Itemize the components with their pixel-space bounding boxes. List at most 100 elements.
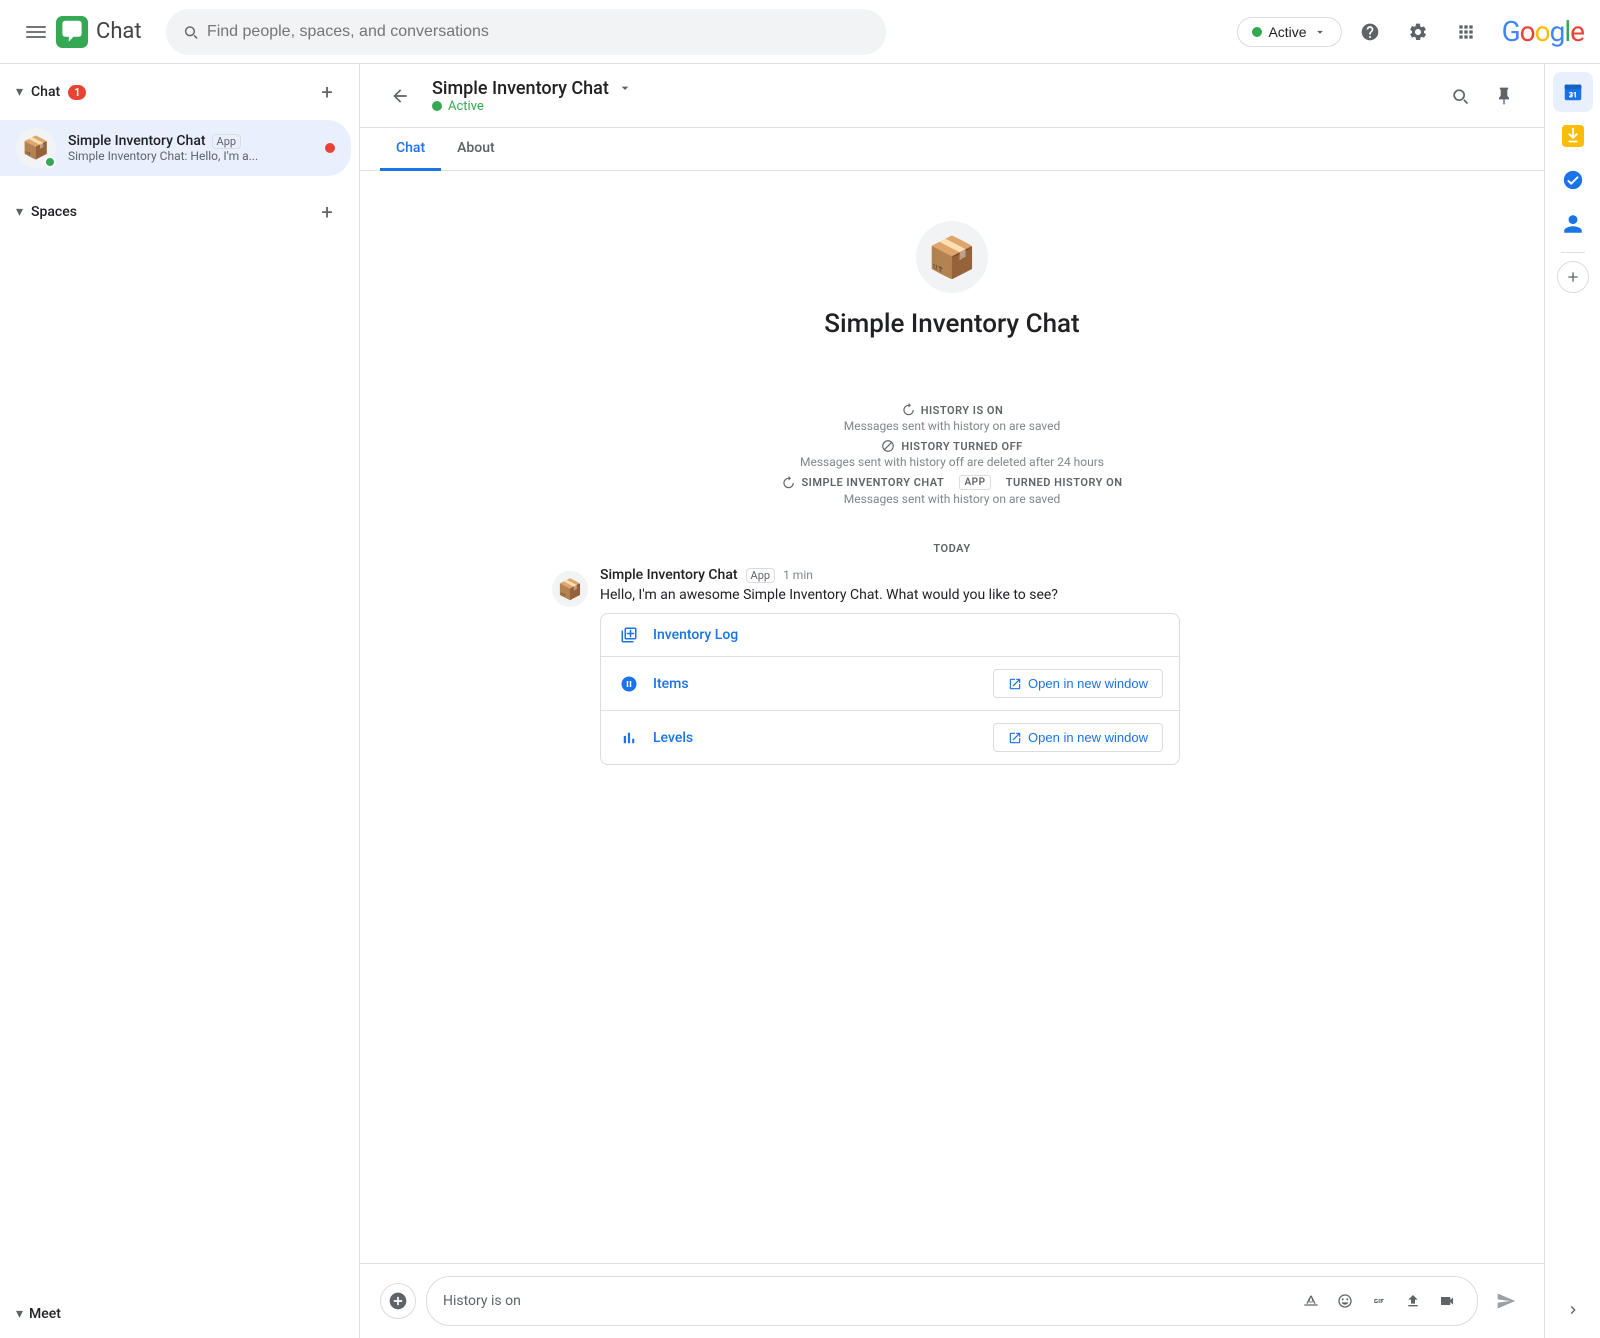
status-button[interactable]: Active xyxy=(1237,17,1341,47)
rail-tasks-button[interactable] xyxy=(1553,116,1593,156)
items-label[interactable]: Items xyxy=(653,676,993,692)
upload-icon xyxy=(1405,1293,1421,1309)
chat-item-name: Simple Inventory Chat App xyxy=(68,133,313,149)
chevron-down-icon xyxy=(1313,25,1327,39)
chat-header-actions xyxy=(1440,76,1524,116)
history-off-notice: HISTORY TURNED OFF Messages sent with hi… xyxy=(800,439,1104,469)
search-bar[interactable] xyxy=(166,9,886,55)
spaces-section-title: ▾ Spaces xyxy=(16,204,77,220)
chat-section-label: Chat xyxy=(31,84,60,100)
levels-open-label: Open in new window xyxy=(1028,730,1148,745)
svg-text:31: 31 xyxy=(1569,91,1576,99)
pin-button[interactable] xyxy=(1484,76,1524,116)
spaces-section-label: Spaces xyxy=(31,204,77,220)
check-icon xyxy=(1562,169,1584,191)
bot-name-large: Simple Inventory Chat xyxy=(824,309,1079,339)
help-icon-button[interactable] xyxy=(1350,12,1390,52)
message-row: 📦 Simple Inventory Chat App 1 min Hello,… xyxy=(552,567,1352,765)
chat-header: Simple Inventory Chat Active xyxy=(360,64,1544,128)
format-text-button[interactable] xyxy=(1297,1287,1325,1315)
rail-contacts-button[interactable] xyxy=(1553,204,1593,244)
chat-item-app-badge: App xyxy=(212,134,242,149)
tab-chat[interactable]: Chat xyxy=(380,128,441,171)
rail-add-button[interactable] xyxy=(1557,261,1589,293)
upload-button[interactable] xyxy=(1399,1287,1427,1315)
search-input[interactable] xyxy=(207,23,870,41)
apps-icon-button[interactable] xyxy=(1446,12,1486,52)
chat-avatar-active-dot xyxy=(44,156,56,168)
history-off-icon xyxy=(881,439,895,453)
items-open-btn[interactable]: Open in new window xyxy=(993,669,1163,698)
tabs-bar: Chat About xyxy=(360,128,1544,171)
calendar-icon: 31 31 xyxy=(1562,81,1584,103)
settings-icon-button[interactable] xyxy=(1398,12,1438,52)
contacts-icon xyxy=(1562,213,1584,235)
settings-icon xyxy=(1408,22,1428,42)
open-new-window-icon-items xyxy=(1008,677,1022,691)
history-on2-icon xyxy=(781,476,795,490)
rail-divider xyxy=(1561,252,1585,253)
rail-add-icon xyxy=(1565,269,1581,285)
chat-messages: 📦 Simple Inventory Chat HISTORY IS ON Me… xyxy=(360,171,1544,1263)
chat-chevron-icon: ▾ xyxy=(16,84,23,100)
history-on2-app-name: SIMPLE INVENTORY CHAT xyxy=(801,476,944,489)
history-on2-app-badge: APP xyxy=(959,475,990,490)
add-space-button[interactable]: + xyxy=(311,196,343,228)
chat-header-title-row: Simple Inventory Chat xyxy=(432,78,1440,99)
rail-expand-button[interactable] xyxy=(1553,1290,1593,1330)
rail-check-button[interactable] xyxy=(1553,160,1593,200)
chat-item-simple-inventory[interactable]: 📦 Simple Inventory Chat App Simple Inven… xyxy=(0,120,351,176)
rail-calendar-button[interactable]: 31 31 xyxy=(1553,72,1593,112)
add-chat-button[interactable]: + xyxy=(311,76,343,108)
card-row-inventory-log: Inventory Log xyxy=(601,614,1179,657)
history-on-sub-text: Messages sent with history on are saved xyxy=(844,419,1061,433)
emoji-button[interactable] xyxy=(1331,1287,1359,1315)
header-status-text: Active xyxy=(448,99,484,114)
history-on2-title: SIMPLE INVENTORY CHAT APP TURNED HISTORY… xyxy=(781,475,1122,490)
chat-section-title: ▾ Chat 1 xyxy=(16,84,86,100)
message-app-badge: App xyxy=(746,568,776,583)
history-off-label-text: HISTORY TURNED OFF xyxy=(901,440,1022,453)
spaces-section-header[interactable]: ▾ Spaces + xyxy=(0,184,359,240)
header-status-dot xyxy=(432,101,442,111)
history-on-title: HISTORY IS ON xyxy=(901,403,1004,417)
right-rail: 31 31 xyxy=(1544,64,1600,1338)
inventory-log-label[interactable]: Inventory Log xyxy=(653,627,1163,643)
search-container xyxy=(166,9,886,55)
history-off-title: HISTORY TURNED OFF xyxy=(881,439,1022,453)
chat-section-header[interactable]: ▾ Chat 1 + xyxy=(0,64,359,120)
tab-about[interactable]: About xyxy=(441,128,511,171)
message-input-box[interactable]: History is on xyxy=(426,1276,1478,1326)
meet-chevron-icon: ▾ xyxy=(16,1306,23,1322)
chat-header-status: Active xyxy=(432,99,1440,114)
gif-button[interactable] xyxy=(1365,1287,1393,1315)
chat-item-avatar: 📦 xyxy=(16,128,56,168)
history-on2-notice: SIMPLE INVENTORY CHAT APP TURNED HISTORY… xyxy=(781,475,1122,506)
history-on-notice: HISTORY IS ON Messages sent with history… xyxy=(844,403,1061,433)
menu-icon[interactable] xyxy=(16,12,56,52)
back-button[interactable] xyxy=(380,76,420,116)
history-on-icon xyxy=(901,403,915,417)
google-logo: Google xyxy=(1502,15,1584,48)
search-icon xyxy=(182,23,199,41)
send-icon xyxy=(1496,1291,1516,1311)
send-button[interactable] xyxy=(1488,1283,1524,1319)
history-off-sub-text: Messages sent with history off are delet… xyxy=(800,455,1104,469)
status-indicator xyxy=(1252,27,1262,37)
chat-item-info: Simple Inventory Chat App Simple Invento… xyxy=(68,133,313,163)
message-time: 1 min xyxy=(783,568,813,582)
video-button[interactable] xyxy=(1433,1287,1461,1315)
meet-section-title: ▾ Meet xyxy=(16,1306,343,1322)
chat-area: Simple Inventory Chat Active Chat xyxy=(360,64,1544,1338)
levels-label[interactable]: Levels xyxy=(653,730,993,746)
apps-icon xyxy=(1456,22,1476,42)
add-attachment-button[interactable] xyxy=(380,1283,416,1319)
levels-open-btn[interactable]: Open in new window xyxy=(993,723,1163,752)
add-attachment-icon xyxy=(388,1291,408,1311)
message-card: Inventory Log Items Open in new window xyxy=(600,613,1180,765)
message-text: Hello, I'm an awesome Simple Inventory C… xyxy=(600,587,1352,603)
card-row-items: Items Open in new window xyxy=(601,657,1179,711)
search-chat-button[interactable] xyxy=(1440,76,1480,116)
search-chat-icon xyxy=(1450,86,1470,106)
chat-header-info: Simple Inventory Chat Active xyxy=(432,78,1440,114)
